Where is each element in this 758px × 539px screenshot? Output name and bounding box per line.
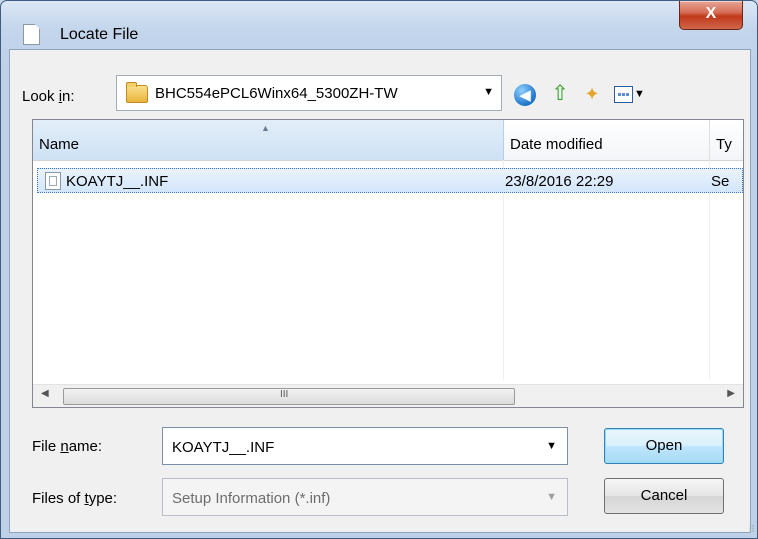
setup-file-icon [45, 172, 61, 190]
new-folder-icon[interactable]: ✦ [580, 82, 604, 106]
file-date-cell: 23/8/2016 22:29 [505, 173, 614, 190]
close-icon: X [705, 5, 717, 22]
grip-icon: III [280, 389, 289, 400]
look-in-dropdown[interactable]: BHC554ePCL6Winx64_5300ZH-TW ▼ [116, 75, 502, 111]
file-type-label-text: Files of [32, 490, 85, 507]
file-name-cell: KOAYTJ__.INF [66, 173, 169, 190]
look-in-label-text: Look [22, 88, 59, 105]
document-icon [23, 24, 40, 45]
scroll-left-icon[interactable]: ◀ [41, 388, 49, 399]
look-in-label-suffix: n: [62, 88, 75, 105]
column-header-type[interactable]: Ty [710, 120, 743, 160]
file-type-label: Files of type: [32, 490, 117, 507]
list-header: ▲ Name Date modified Ty [33, 120, 743, 161]
chevron-down-icon[interactable]: ▼ [546, 491, 557, 503]
scroll-right-icon[interactable]: ▶ [727, 388, 735, 399]
column-header-name[interactable]: ▲ Name [33, 120, 504, 160]
file-type-value: Setup Information (*.inf) [172, 490, 331, 507]
file-type-dropdown[interactable]: Setup Information (*.inf) ▼ [162, 478, 568, 516]
file-list[interactable]: ▲ Name Date modified Ty KOAYTJ__.INF 23/… [32, 119, 744, 408]
chevron-down-icon[interactable]: ▼ [483, 86, 494, 98]
window-title: Locate File [60, 26, 139, 43]
folder-icon [126, 82, 148, 103]
scroll-thumb[interactable]: III [63, 388, 515, 405]
file-type-cell: Se [711, 173, 730, 190]
look-in-label: Look in: [22, 88, 75, 105]
file-name-label-accelerator: n [60, 438, 69, 455]
up-folder-icon[interactable]: ⇧ [548, 82, 572, 106]
column-header-date[interactable]: Date modified [504, 120, 710, 160]
file-name-label: File name: [32, 438, 102, 455]
views-menu-icon[interactable]: ▼ [612, 82, 650, 106]
column-date-label: Date modified [510, 136, 603, 153]
column-divider [503, 160, 504, 380]
sort-ascending-icon: ▲ [261, 123, 270, 133]
file-name-label-text: File [32, 438, 61, 455]
close-button[interactable]: X [679, 1, 743, 30]
open-button[interactable]: Open [604, 428, 724, 464]
title-bar[interactable]: Locate File X [1, 1, 757, 49]
chevron-down-icon[interactable]: ▼ [546, 440, 557, 452]
column-divider [709, 160, 710, 380]
file-name-input[interactable]: KOAYTJ__.INF ▼ [162, 427, 568, 465]
back-icon[interactable]: ◀ [514, 84, 536, 106]
column-type-label: Ty [716, 136, 732, 153]
resize-grip-icon[interactable]: ⠿ [748, 524, 755, 535]
list-item[interactable]: KOAYTJ__.INF 23/8/2016 22:29 Se [37, 168, 743, 193]
cancel-button[interactable]: Cancel [604, 478, 724, 514]
file-type-label-suffix: ype: [88, 490, 118, 507]
chevron-down-icon: ▼ [634, 88, 645, 100]
horizontal-scrollbar[interactable]: ◀ III ▶ [33, 384, 743, 407]
look-in-value: BHC554ePCL6Winx64_5300ZH-TW [155, 85, 398, 102]
file-name-label-suffix: ame: [68, 438, 103, 455]
column-name-label: Name [39, 136, 80, 153]
file-name-value: KOAYTJ__.INF [172, 439, 275, 456]
views-grid-icon [614, 86, 633, 103]
